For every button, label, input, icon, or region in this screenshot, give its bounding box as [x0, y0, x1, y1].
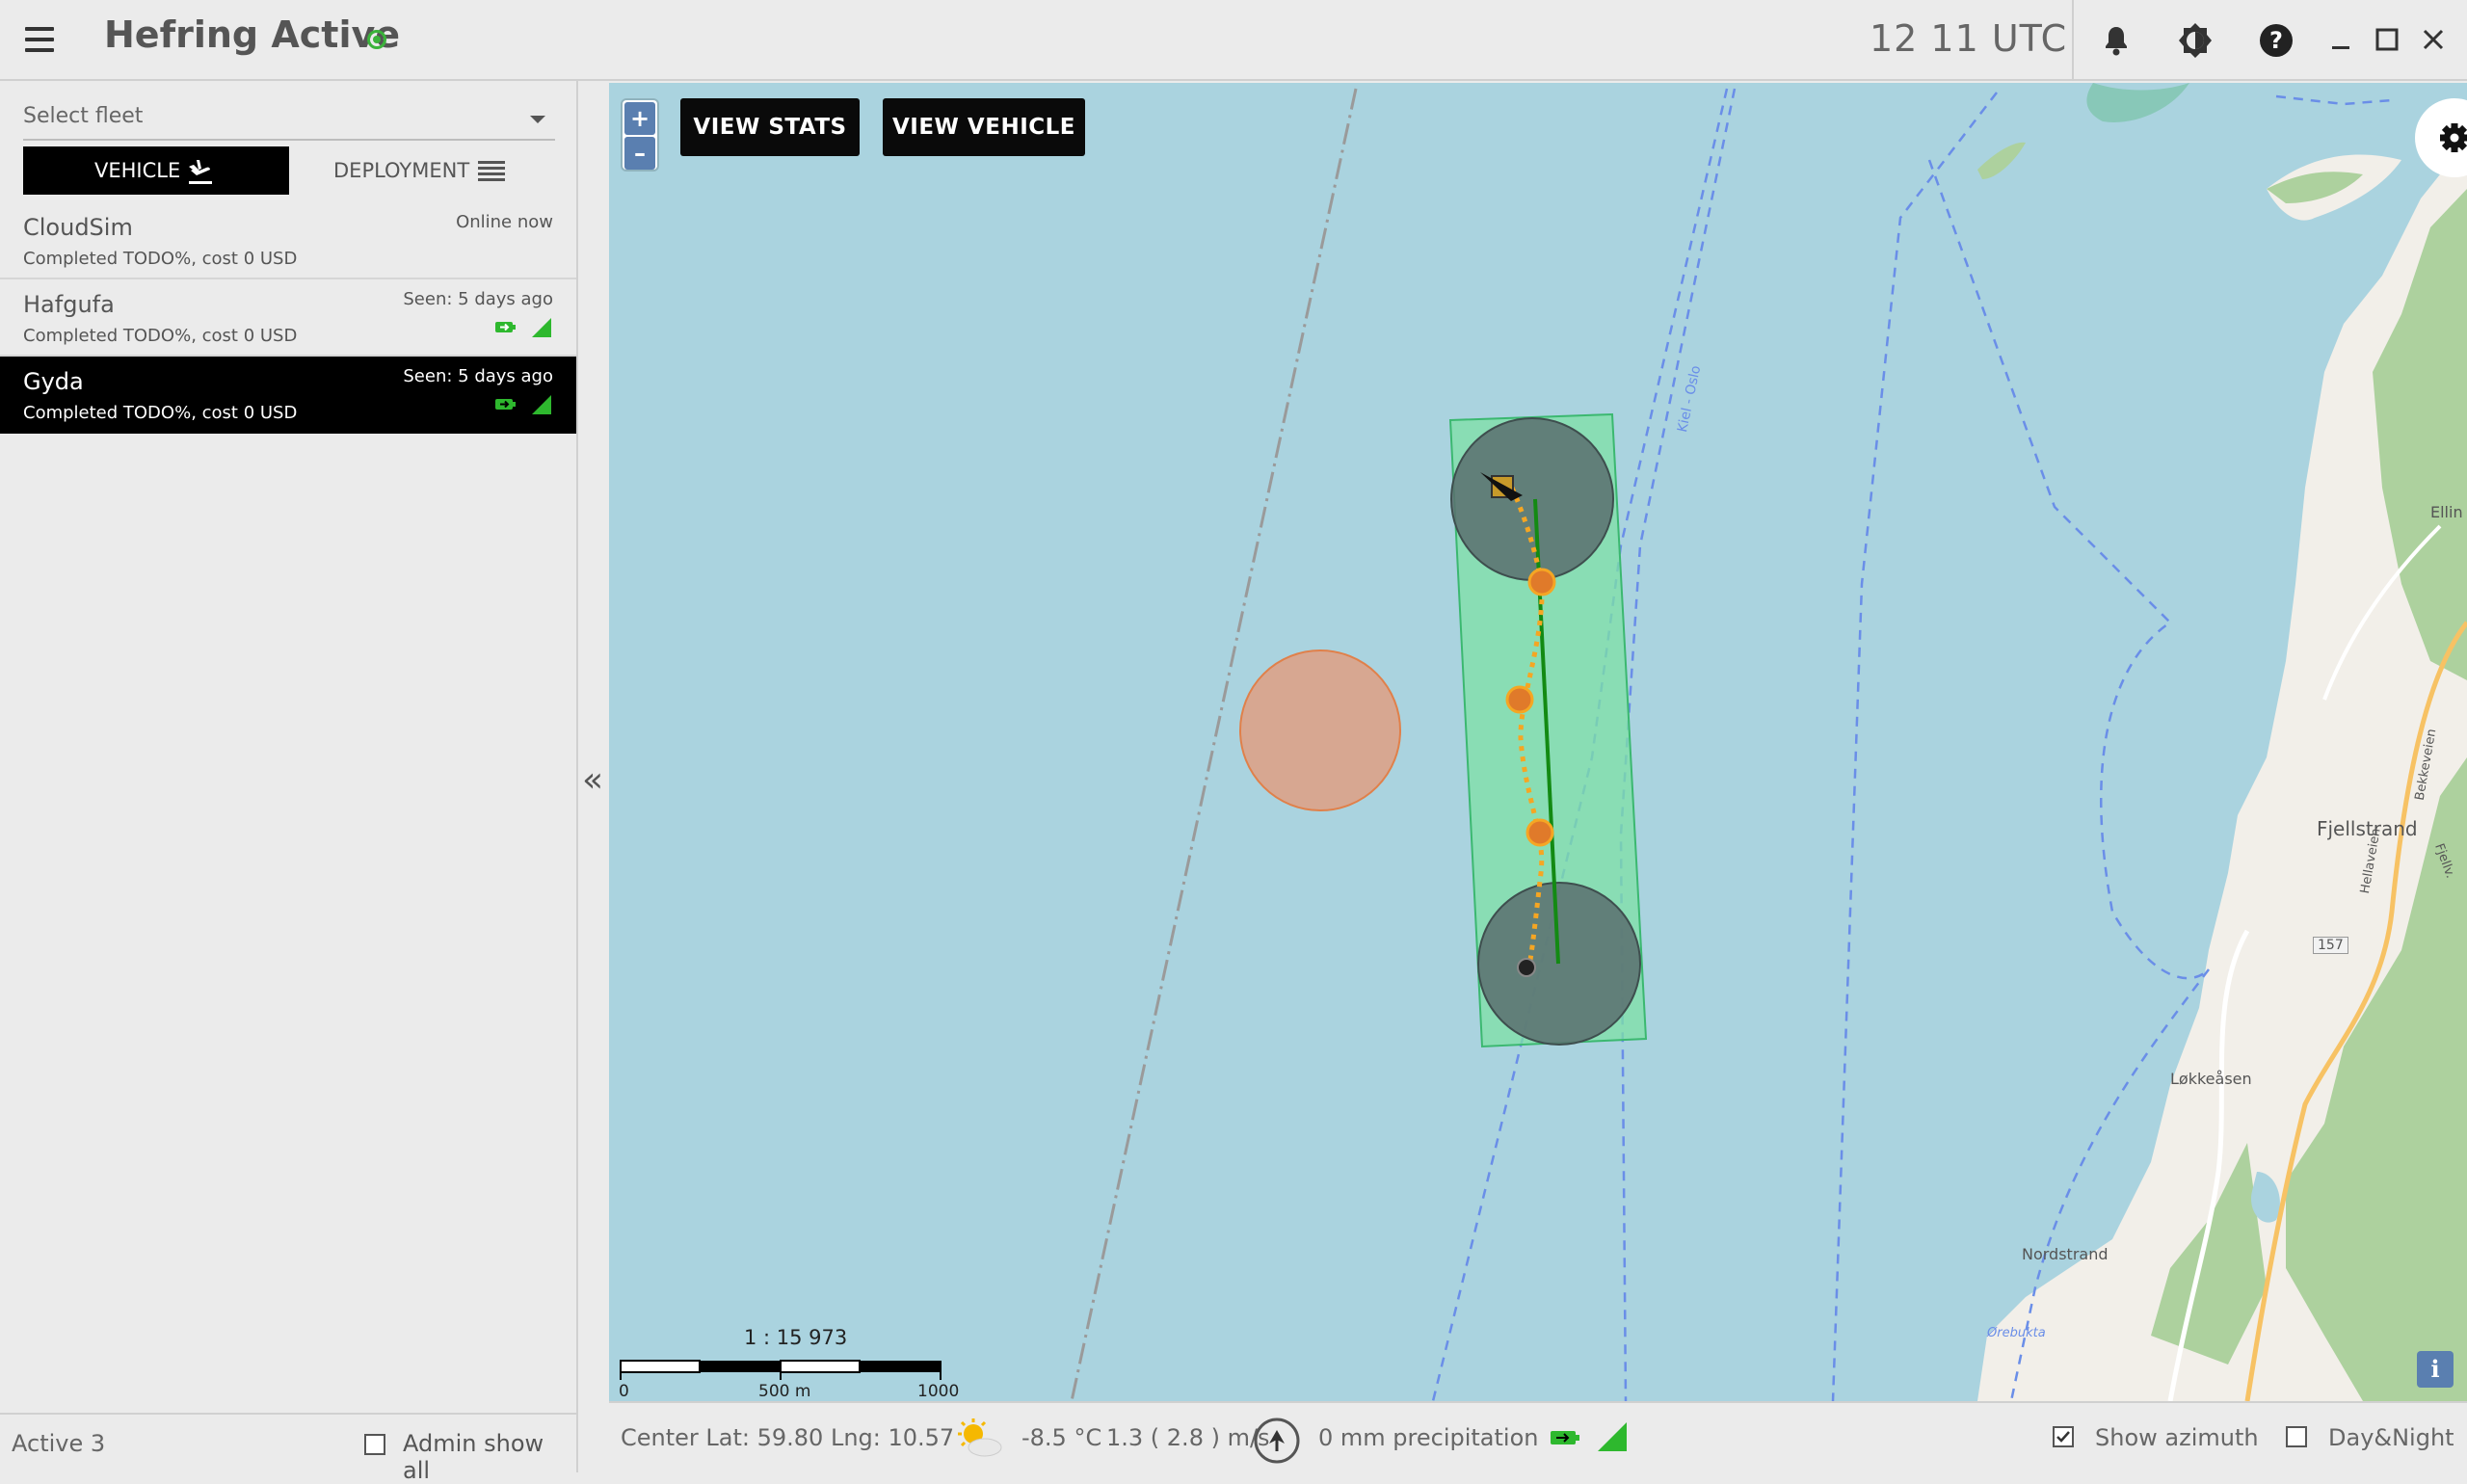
map-attribution-info-icon[interactable]: i: [2417, 1351, 2454, 1388]
checkmark-icon: [2056, 1431, 2070, 1443]
road-number: 157: [2313, 937, 2348, 954]
scale-tick: 1000 m: [917, 1382, 960, 1401]
scale-tick: 500 m: [758, 1382, 811, 1401]
vehicle-item-cloudsim[interactable]: CloudSim Completed TODO%, cost 0 USD Onl…: [0, 202, 576, 279]
svg-text:?: ?: [2269, 27, 2283, 54]
ferry-route: [1831, 92, 1998, 1401]
map-view[interactable]: Kiel - Oslo Fjellstrand Løkkeåsen Nordst…: [609, 83, 2467, 1401]
fleet-select-placeholder: Select fleet: [23, 104, 144, 128]
map-center-coordinates: Center Lat: 59.80 Lng: 10.57: [621, 1424, 955, 1451]
signal-icon: [532, 395, 551, 414]
show-azimuth-label: Show azimuth: [2095, 1424, 2259, 1451]
view-stats-button[interactable]: VIEW STATS: [680, 98, 860, 156]
tab-deployment-label: DEPLOYMENT: [333, 159, 470, 182]
active-count: Active 3: [12, 1430, 106, 1457]
temperature: -8.5 °C: [1021, 1424, 1102, 1451]
landing-plane-icon: [189, 160, 212, 184]
battery-icon: [1551, 1431, 1579, 1444]
map-scale: 1 : 15 973 0 500 m 1000 m: [619, 1326, 975, 1401]
island: [2086, 83, 2189, 122]
track-point: [1525, 818, 1554, 847]
vehicle-name: Hafgufa: [23, 291, 115, 318]
show-azimuth-checkbox[interactable]: [2053, 1426, 2074, 1447]
day-night-checkbox[interactable]: [2286, 1426, 2307, 1447]
vehicle-name: CloudSim: [23, 214, 133, 241]
scale-ratio: 1 : 15 973: [744, 1326, 848, 1349]
utc-clock: 12 11 UTC: [1870, 17, 2068, 60]
tab-deployment[interactable]: DEPLOYMENT: [289, 146, 555, 195]
bell-icon[interactable]: [2095, 19, 2137, 62]
collapse-sidebar-icon[interactable]: «: [582, 761, 605, 800]
help-icon[interactable]: ?: [2255, 19, 2297, 62]
ferry-route: [2275, 94, 2393, 106]
header-divider: [2072, 0, 2074, 81]
connection-status-icon: [367, 30, 386, 49]
ferry-route: [1927, 159, 2210, 980]
wind-direction-icon: [1254, 1418, 1300, 1464]
waypoint-zone: [1477, 882, 1641, 1046]
place-label: Ørebukta: [1987, 1326, 2046, 1340]
signal-icon: [1598, 1422, 1627, 1451]
map-settings-button[interactable]: [2415, 98, 2467, 177]
vehicle-summary: Completed TODO%, cost 0 USD: [23, 326, 298, 346]
admin-show-all-label: Admin show all: [403, 1430, 544, 1484]
list-icon: [478, 161, 505, 181]
brightness-icon[interactable]: [2174, 19, 2216, 62]
maximize-icon[interactable]: [2371, 23, 2403, 56]
track-point: [1527, 568, 1556, 596]
close-icon[interactable]: [2417, 23, 2450, 56]
view-vehicle-button[interactable]: VIEW VEHICLE: [883, 98, 1085, 156]
vehicle-sidebar: Select fleet VEHICLE DEPLOYMENT CloudSim…: [0, 81, 578, 1484]
hazard-zone: [1239, 649, 1401, 811]
wind-speed: 1.3 ( 2.8 ) m/s: [1106, 1424, 1270, 1451]
zoom-control: + –: [623, 100, 657, 170]
signal-icon: [532, 318, 551, 337]
vehicle-summary: Completed TODO%, cost 0 USD: [23, 403, 298, 423]
waypoint-zone: [1450, 417, 1614, 581]
map-canvas: [1070, 83, 2467, 1401]
battery-icon: [495, 399, 516, 410]
battery-icon: [495, 322, 516, 332]
vehicle-item-hafgufa[interactable]: Hafgufa Completed TODO%, cost 0 USD Seen…: [0, 279, 576, 357]
place-label: Nordstrand: [2022, 1245, 2109, 1263]
minimize-icon[interactable]: [2324, 23, 2357, 56]
island: [1977, 142, 2026, 179]
zoom-in-button[interactable]: +: [624, 102, 655, 135]
app-header: Hefring Active 12 11 UTC ?: [0, 0, 2467, 81]
partly-sunny-icon: [958, 1418, 1002, 1457]
chevron-down-icon: [530, 116, 545, 123]
precipitation: 0 mm precipitation: [1318, 1424, 1539, 1451]
vehicle-status: Seen: 5 days ago: [403, 289, 553, 309]
zoom-out-button[interactable]: –: [624, 137, 655, 170]
menu-icon[interactable]: [25, 27, 54, 52]
admin-show-all-checkbox[interactable]: [364, 1434, 385, 1455]
sidebar-footer: Active 3 Admin show all: [0, 1413, 576, 1484]
vehicle-status: Seen: 5 days ago: [403, 366, 553, 386]
day-night-label: Day&Night: [2328, 1424, 2454, 1451]
fleet-select[interactable]: Select fleet: [23, 96, 555, 141]
vehicle-status-icons: [495, 318, 551, 337]
vehicle-name: Gyda: [23, 368, 84, 395]
vehicle-list: CloudSim Completed TODO%, cost 0 USD Onl…: [0, 202, 576, 434]
app-title: Hefring Active: [104, 13, 401, 56]
vehicle-item-gyda[interactable]: Gyda Completed TODO%, cost 0 USD Seen: 5…: [0, 357, 576, 434]
place-label: Løkkeåsen: [2170, 1070, 2252, 1088]
track-point: [1505, 685, 1534, 714]
scale-tick: 0: [619, 1382, 629, 1401]
status-bar: Center Lat: 59.80 Lng: 10.57 -8.5 °C 1.3…: [609, 1401, 2467, 1472]
vehicle-status-icons: [495, 395, 551, 414]
tab-vehicle[interactable]: VEHICLE: [23, 146, 289, 195]
vehicle-status: Online now: [456, 212, 553, 232]
gear-icon: [2440, 123, 2467, 152]
track-start-point: [1517, 958, 1536, 977]
place-label: Ellin: [2430, 503, 2463, 521]
scale-bar: [620, 1360, 942, 1380]
tab-vehicle-label: VEHICLE: [94, 159, 181, 182]
ferry-route: [1619, 88, 1737, 1401]
vehicle-summary: Completed TODO%, cost 0 USD: [23, 249, 298, 269]
